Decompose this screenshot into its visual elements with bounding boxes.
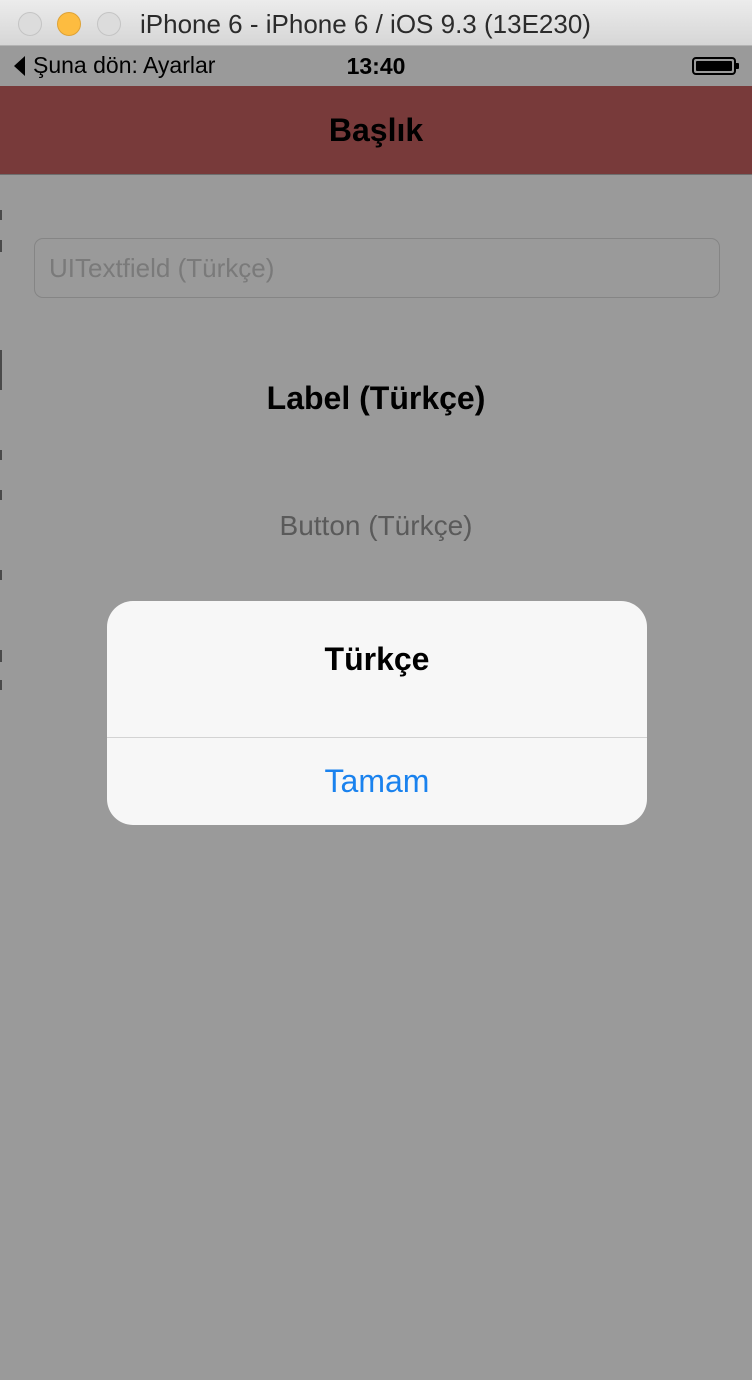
- simulator-title-bar: iPhone 6 - iPhone 6 / iOS 9.3 (13E230): [0, 0, 752, 46]
- alert-dialog: Türkçe Tamam: [107, 601, 647, 825]
- window-minimize-button[interactable]: [57, 12, 81, 36]
- navigation-bar: Başlık: [0, 86, 752, 175]
- window-edge-artifact: [0, 200, 2, 700]
- battery-icon: [692, 57, 739, 75]
- text-input[interactable]: [34, 238, 720, 298]
- window-title: iPhone 6 - iPhone 6 / iOS 9.3 (13E230): [140, 9, 591, 39]
- nav-title: Başlık: [328, 112, 424, 148]
- alert-title: Türkçe: [324, 641, 430, 677]
- main-button[interactable]: Button (Türkçe): [226, 504, 526, 548]
- window-close-button[interactable]: [18, 12, 42, 36]
- alert-ok-button[interactable]: Tamam: [107, 738, 647, 825]
- main-label: Label (Türkçe): [266, 380, 486, 416]
- window-zoom-button[interactable]: [97, 12, 121, 36]
- status-time: 13:40: [346, 53, 406, 79]
